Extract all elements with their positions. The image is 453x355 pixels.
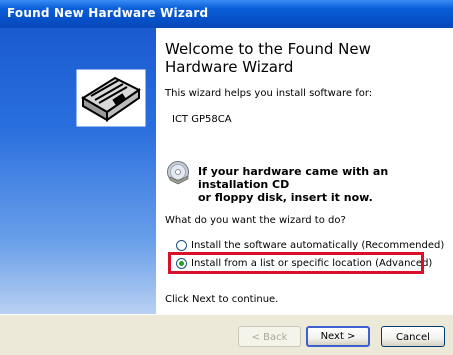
- window-title: Found New Hardware Wizard: [7, 6, 209, 20]
- question-text: What do you want the wizard to do?: [165, 215, 346, 226]
- cd-install-icon: [167, 161, 189, 185]
- wizard-content: Welcome to the Found New Hardware Wizard…: [156, 28, 453, 314]
- device-name: ICT GP58CA: [172, 114, 232, 125]
- button-bar: < Back Next > Cancel: [0, 314, 453, 355]
- heading-line-2: Hardware Wizard: [165, 58, 294, 76]
- title-bar[interactable]: Found New Hardware Wizard: [0, 0, 453, 28]
- footer-hint: Click Next to continue.: [165, 294, 279, 305]
- cd-notice-line-1: If your hardware came with an installati…: [198, 165, 389, 191]
- cancel-button[interactable]: Cancel: [381, 326, 445, 347]
- option-auto[interactable]: Install the software automatically (Reco…: [176, 238, 444, 252]
- wizard-side-panel: [0, 28, 156, 314]
- hardware-wizard-icon: [76, 69, 146, 127]
- wizard-window: Found New Hardware Wizard Welcome to the…: [0, 0, 453, 355]
- wizard-heading: Welcome to the Found New Hardware Wizard: [165, 40, 445, 76]
- option-auto-label[interactable]: Install the software automatically (Reco…: [191, 240, 444, 251]
- cd-notice: If your hardware came with an installati…: [198, 165, 448, 204]
- intro-text: This wizard helps you install software f…: [165, 88, 373, 99]
- radio-auto[interactable]: [176, 239, 187, 251]
- back-button[interactable]: < Back: [238, 326, 301, 347]
- heading-line-1: Welcome to the Found New: [165, 40, 371, 58]
- next-button[interactable]: Next >: [306, 326, 370, 347]
- highlight-box: [168, 252, 424, 274]
- cd-notice-line-2: or floppy disk, insert it now.: [198, 191, 373, 204]
